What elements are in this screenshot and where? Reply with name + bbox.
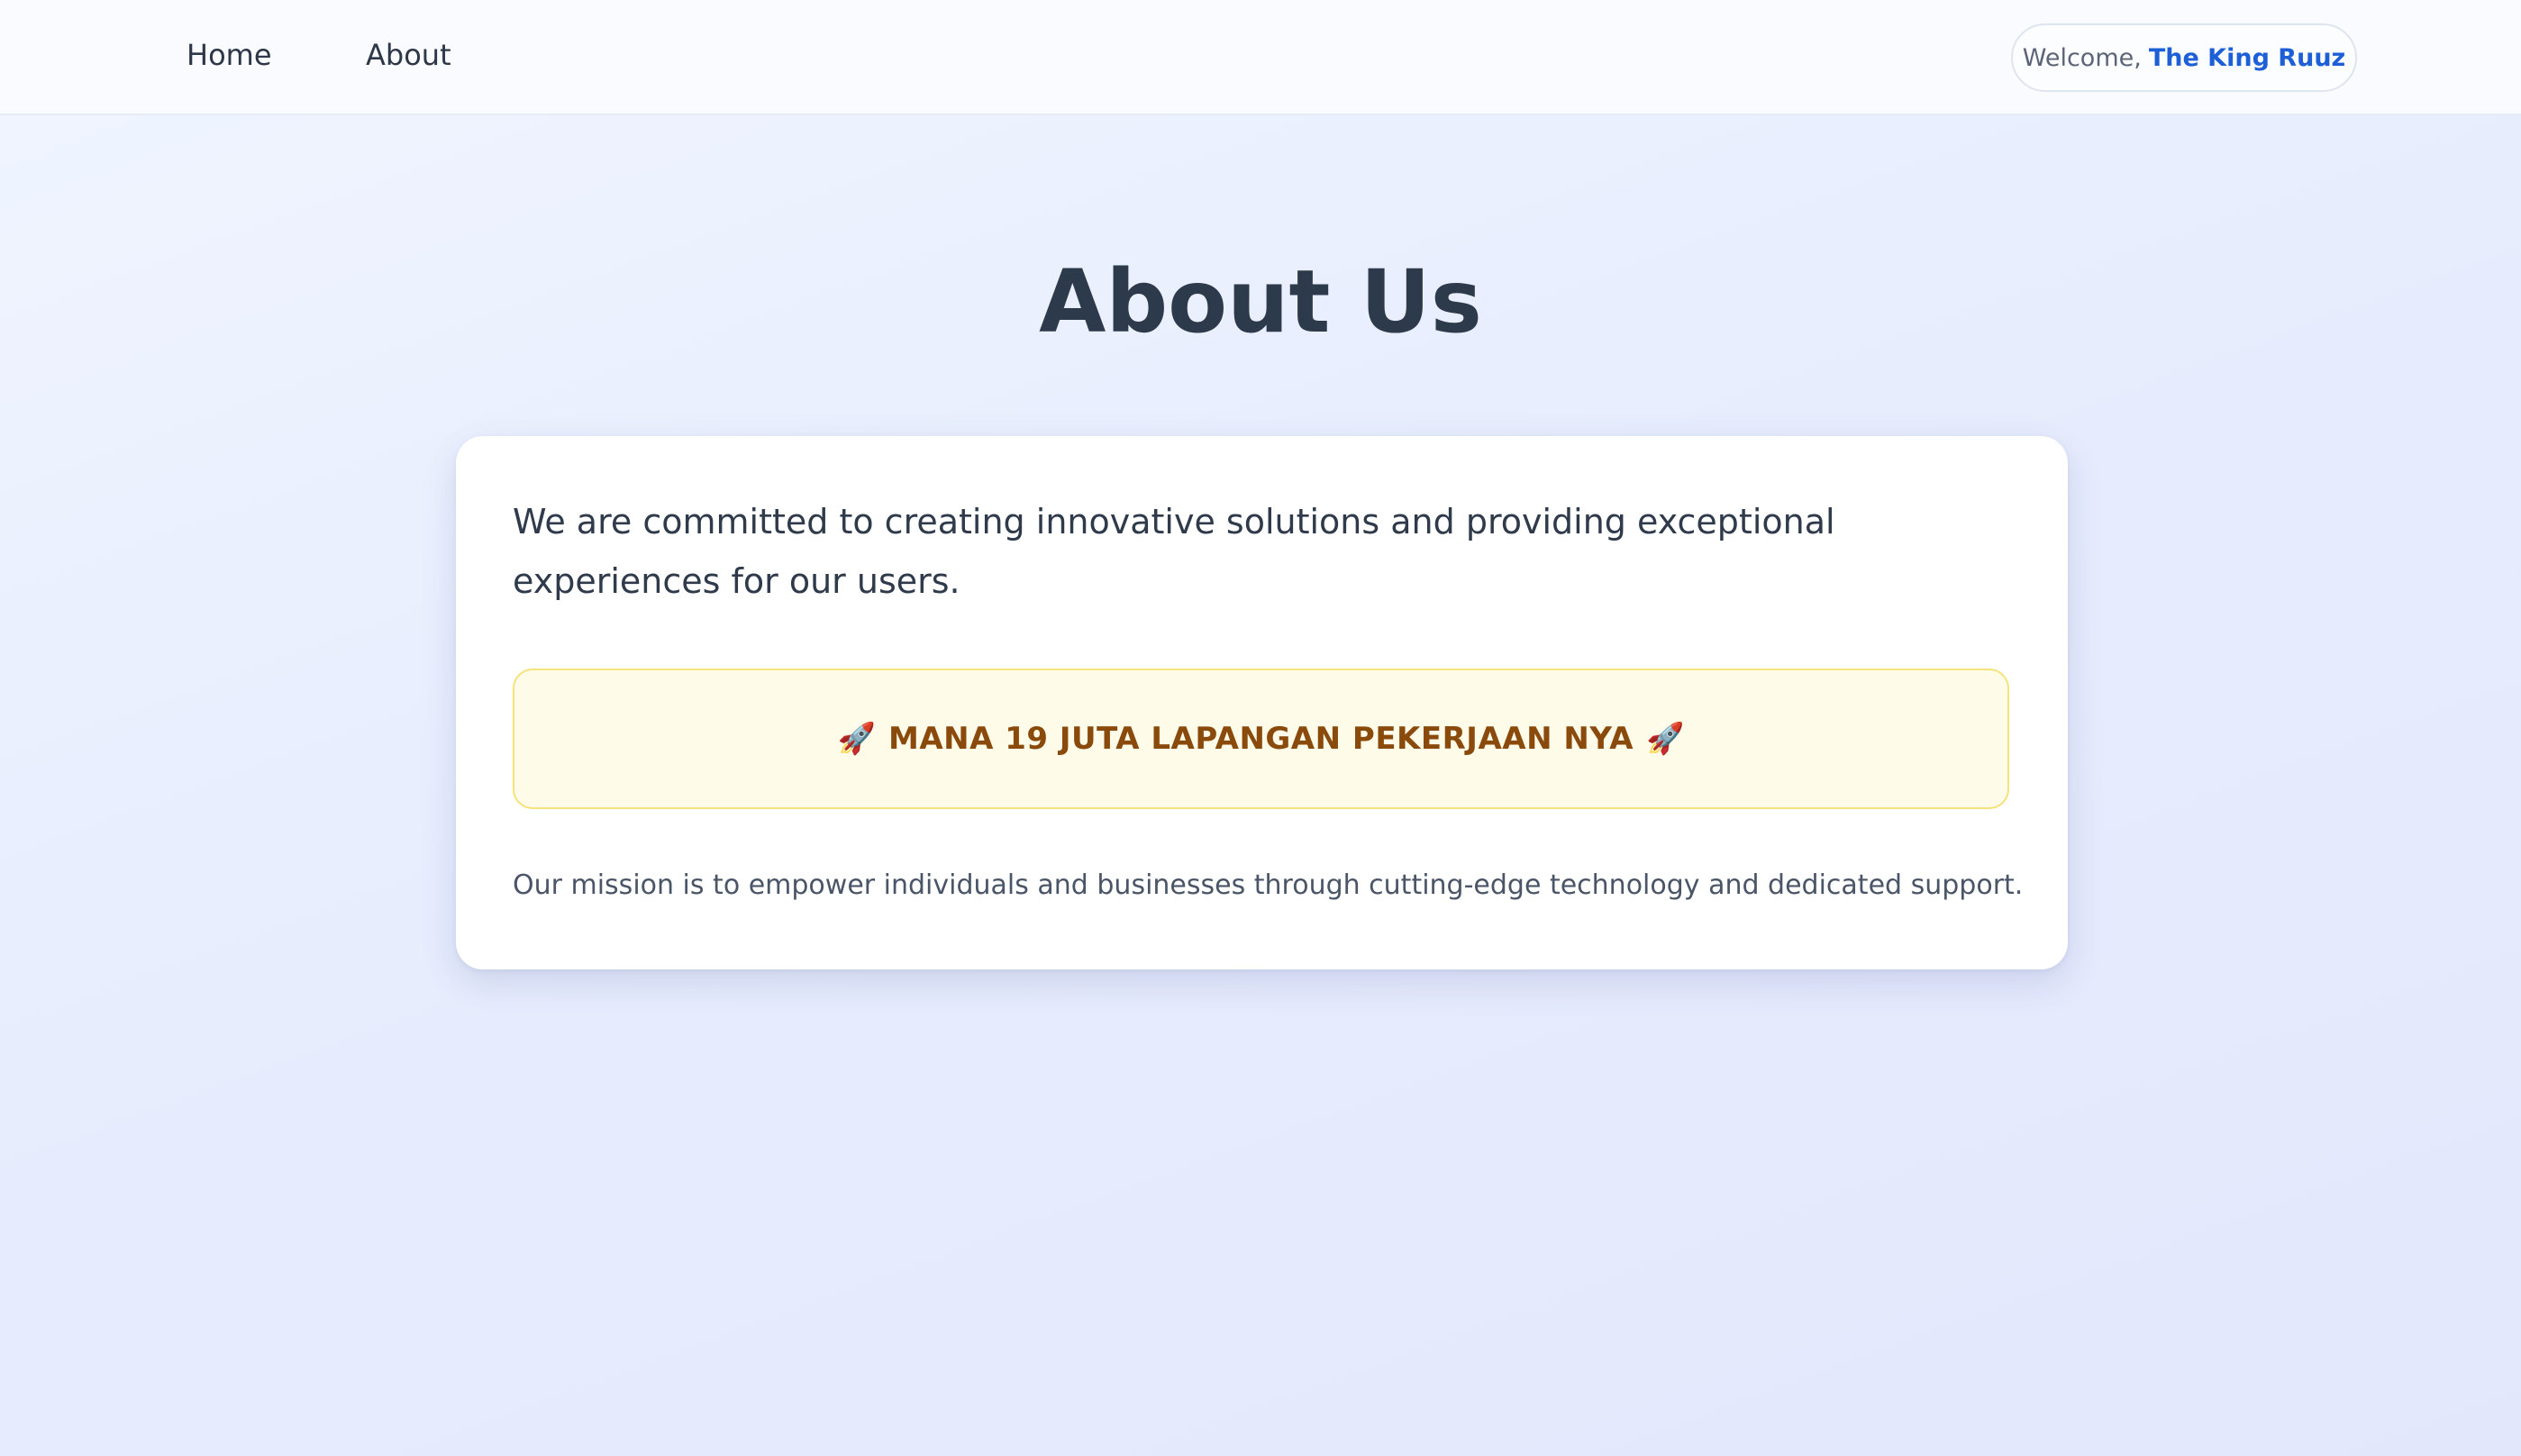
nav-about-link[interactable]: About: [366, 34, 451, 76]
mission-text: Our mission is to empower individuals an…: [513, 869, 2024, 901]
top-navbar: Home About Welcome, The King Ruuz: [0, 0, 2521, 115]
welcome-badge: Welcome, The King Ruuz: [2011, 23, 2357, 92]
nav-home-link[interactable]: Home: [187, 34, 272, 76]
user-name: The King Ruuz: [2148, 43, 2346, 72]
about-card: We are committed to creating innovative …: [456, 436, 2068, 969]
intro-text: We are committed to creating innovative …: [513, 502, 1835, 601]
rocket-icon: 🚀: [837, 721, 876, 757]
welcome-label: Welcome,: [2022, 43, 2142, 72]
rocket-icon: 🚀: [1646, 721, 1685, 757]
highlight-banner: 🚀 MANA 19 JUTA LAPANGAN PEKERJAAN NYA 🚀: [513, 669, 2009, 809]
page-title: About Us: [1039, 251, 1482, 352]
banner-text: MANA 19 JUTA LAPANGAN PEKERJAAN NYA: [887, 721, 1634, 757]
